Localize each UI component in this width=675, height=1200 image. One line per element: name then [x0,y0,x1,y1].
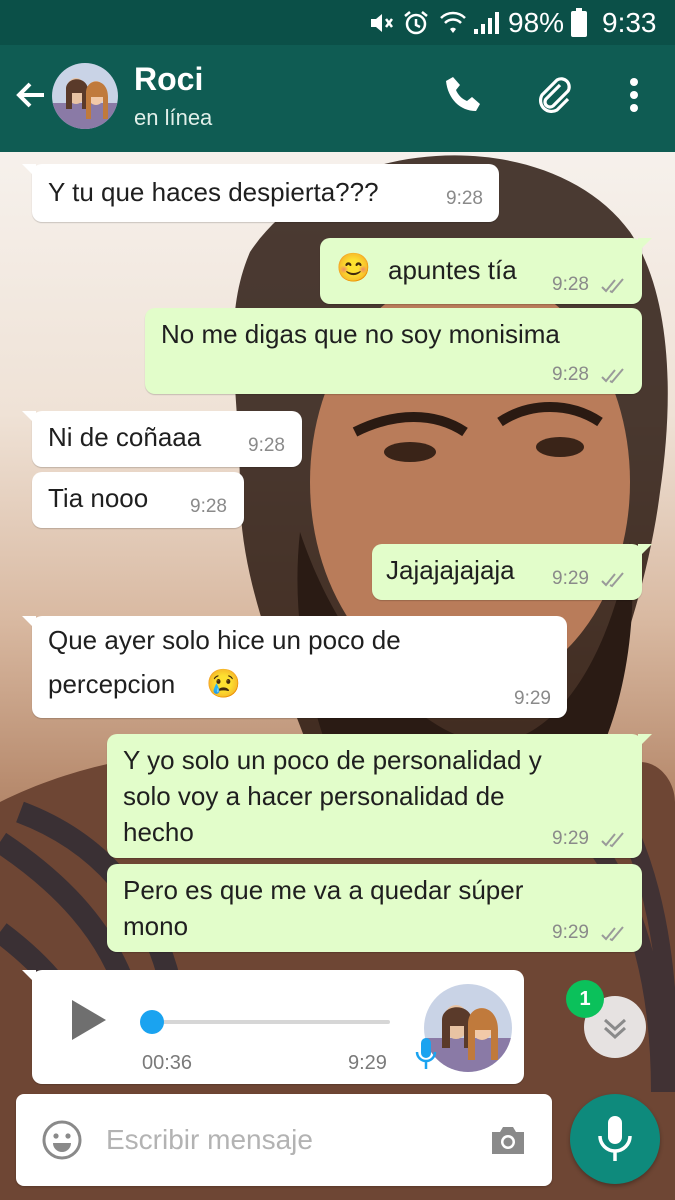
play-icon[interactable] [68,998,108,1042]
wifi-icon [438,0,468,45]
message-text: No me digas que no soy monisima [161,319,560,349]
bubble-tail [638,544,652,558]
message-text: apuntes tía [388,255,517,285]
avatar[interactable] [52,63,118,129]
message-time: 9:28 [552,364,589,385]
bubble-tail [22,164,36,178]
message-bubble-outgoing[interactable]: 😊 apuntes tía 9:28 [320,238,652,304]
message-time: 9:29 [552,828,589,849]
microphone-icon [415,1038,437,1069]
read-ticks-icon [601,572,624,588]
message-composer [16,1094,552,1186]
signal-icon [472,0,500,45]
message-bubble-incoming[interactable]: Tia nooo 9:28 [32,472,244,528]
bubble-tail [22,616,36,630]
read-ticks-icon [601,926,624,942]
message-text-line: solo voy a hacer personalidad de [123,781,505,811]
microphone-icon [598,1116,632,1161]
contact-name[interactable]: Roci [134,61,203,98]
message-bubble-outgoing[interactable]: Pero es que me va a quedar súper mono 9:… [107,864,642,952]
clock: 9:33 [602,6,657,38]
message-text: Jajajajajaja [386,555,515,585]
message-text-line: Que ayer solo hice un poco de [48,625,401,655]
mute-icon [368,0,394,45]
message-bubble-outgoing[interactable]: No me digas que no soy monisima 9:28 [145,308,642,394]
bubble-tail [22,411,36,425]
message-bubble-incoming[interactable]: Que ayer solo hice un poco de percepcion… [22,616,567,718]
message-bubble-incoming[interactable]: Y tu que haces despierta??? 9:28 [22,164,499,222]
read-ticks-icon [601,832,624,848]
message-text: Y tu que haces despierta??? [48,177,379,207]
emoji-icon[interactable] [40,1118,84,1162]
battery-icon [570,0,588,45]
message-time: 9:29 [552,568,589,589]
message-time: 9:29 [348,1052,387,1074]
message-bubble-incoming[interactable]: Ni de coñaaa 9:28 [22,411,302,467]
voice-progress-track[interactable] [150,1020,390,1024]
bubble-tail [638,238,652,252]
message-bubble-outgoing[interactable]: Jajajajajaja 9:29 [372,544,652,600]
record-voice-button[interactable] [570,1094,660,1184]
message-time: 9:28 [248,435,285,456]
message-input[interactable] [106,1116,466,1164]
unread-badge: 1 [566,980,604,1018]
voice-progress-handle[interactable] [140,1010,164,1034]
read-ticks-icon [601,278,624,294]
more-options-icon[interactable] [612,73,656,117]
message-time: 9:28 [446,188,483,209]
camera-icon[interactable] [486,1118,530,1162]
message-text: Tia nooo [48,483,149,513]
phone-icon[interactable] [442,73,486,117]
status-bar: 98% 9:33 [0,0,675,45]
crying-emoji: 😢 [206,668,241,699]
message-text-line: percepcion [48,669,176,699]
smiley-emoji: 😊 [336,252,371,283]
message-text-line: mono [123,911,189,941]
message-time: 9:29 [552,922,589,943]
bubble-tail [638,734,652,748]
message-text-line: Pero es que me va a quedar súper [123,875,524,905]
voice-message-bubble[interactable]: 00:36 9:29 [22,970,524,1084]
battery-percent: 98% [508,6,565,38]
message-time: 9:28 [552,274,589,295]
bubble-tail [22,970,36,984]
message-text: Ni de coñaaa [48,422,202,452]
message-text-line: hecho [123,817,194,847]
alarm-icon [402,0,430,45]
contact-status: en línea [134,105,213,130]
message-time: 9:28 [190,496,227,517]
chat-header: Roci en línea [0,45,675,152]
message-time: 9:29 [514,688,551,709]
read-ticks-icon [601,368,624,384]
attach-icon[interactable] [532,73,576,117]
back-arrow-icon[interactable] [12,75,52,115]
message-text-line: Y yo solo un poco de personalidad y [123,745,542,775]
message-bubble-outgoing[interactable]: Y yo solo un poco de personalidad y solo… [107,734,652,858]
voice-duration: 00:36 [142,1052,193,1074]
